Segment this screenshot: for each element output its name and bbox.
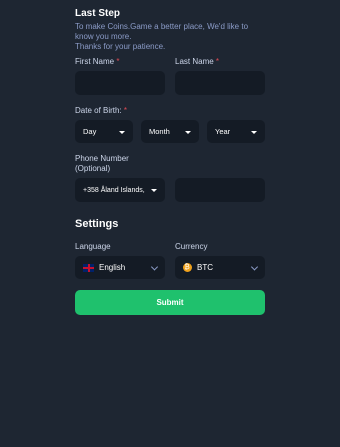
language-select[interactable]: English [75,256,165,279]
language-label: Language [75,242,111,251]
btc-coin-icon [183,263,192,272]
last-name-label-text: Last Name [175,57,214,66]
phone-country-value: +358 Åland Islands, [83,186,145,194]
intro-line-2: know you more. [75,32,132,41]
phone-number-input[interactable] [175,178,265,202]
dob-year-select[interactable]: Year [207,120,265,143]
last-step-title: Last Step [75,8,121,19]
dob-year-value: Year [215,127,231,136]
caret-down-icon [119,130,125,134]
uk-flag-icon [83,263,94,272]
chevron-down-icon [250,262,259,271]
chevron-down-icon [150,262,159,271]
phone-country-select[interactable]: +358 Åland Islands, [75,178,165,202]
dob-month-select[interactable]: Month [141,120,199,143]
first-name-label: First Name * [75,57,119,67]
caret-down-icon [251,130,257,134]
intro-line-1: To make Coins.Game a better place, We'd … [75,22,249,31]
last-name-label: Last Name * [175,57,219,67]
intro-line-3: Thanks for your patience. [75,42,166,51]
phone-label-line-1: Phone Number [75,154,129,163]
caret-down-icon [151,189,157,192]
phone-label-line-2: (Optional) [75,164,111,173]
required-mark: * [123,106,128,115]
caret-down-icon [185,130,191,134]
submit-button[interactable]: Submit [75,290,265,315]
intro-text: To make Coins.Game a better place, We'd … [75,22,275,52]
currency-label: Currency [175,242,208,251]
dob-day-select[interactable]: Day [75,120,133,143]
dob-label-text: Date of Birth: [75,106,122,115]
dob-day-value: Day [83,127,97,136]
last-name-input[interactable] [175,71,265,95]
required-mark: * [215,57,220,66]
currency-select[interactable]: BTC [175,256,265,279]
dob-month-value: Month [149,127,170,136]
first-name-input[interactable] [75,71,165,95]
settings-title: Settings [75,218,119,230]
currency-value: BTC [197,263,213,272]
first-name-label-text: First Name [75,57,115,66]
phone-label: Phone Number (Optional) [75,154,129,174]
required-mark: * [116,57,120,66]
language-value: English [99,263,126,272]
dob-label: Date of Birth: * [75,106,127,116]
